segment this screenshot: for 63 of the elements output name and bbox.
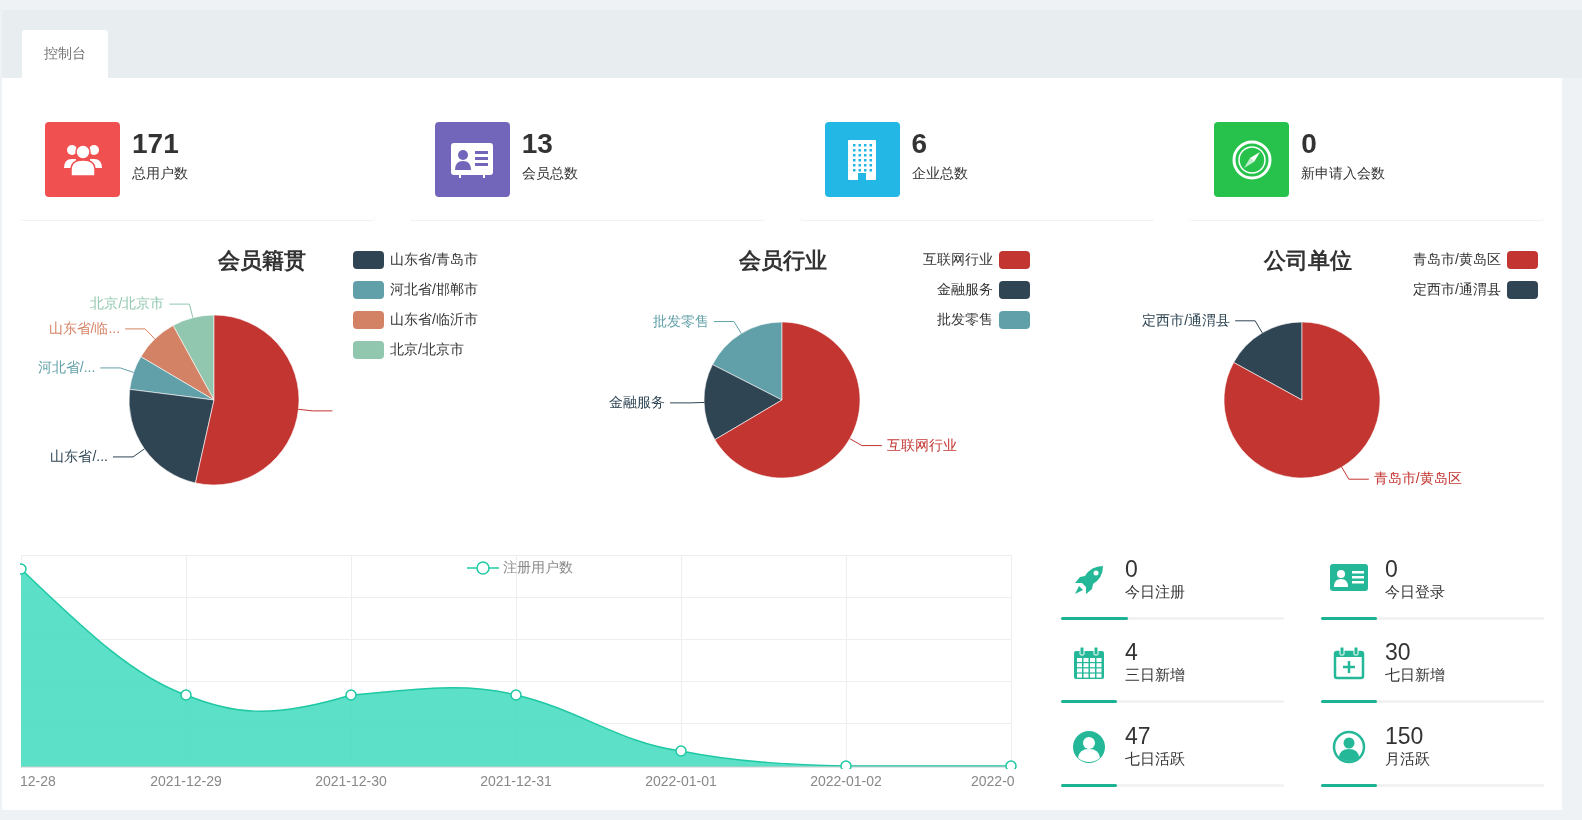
summary-label: 会员总数	[521, 165, 578, 183]
chart-title: 会员籍贯	[218, 247, 306, 275]
tab[interactable]: 控制台	[22, 30, 108, 78]
legend-label: 注册用户数	[503, 559, 573, 577]
stat-label: 三日新增	[1125, 666, 1185, 686]
slice-label: 定西市/通渭县	[1142, 311, 1231, 330]
user-icon	[1332, 729, 1366, 764]
stat-value: 150	[1385, 721, 1425, 750]
stat-value: 0	[1385, 555, 1399, 583]
calendar-icon	[1073, 646, 1105, 681]
stat-label: 七日活跃	[1125, 749, 1185, 769]
rocket-icon	[1072, 563, 1106, 597]
data-point	[20, 563, 27, 575]
summary-value: 0	[1301, 127, 1318, 161]
user-icon	[1072, 729, 1106, 764]
summary-value: 171	[132, 127, 180, 161]
summary-value: 6	[911, 127, 929, 161]
legend-label: 定西市/通渭县	[1413, 281, 1501, 299]
axis-label: 2021-12-30	[315, 773, 387, 789]
legend-label: 山东省/青岛市	[390, 251, 478, 269]
slice-label: 河北省/...	[37, 358, 96, 377]
axis-label: 2022-01-02	[810, 773, 882, 789]
summary-label: 企业总数	[911, 165, 968, 183]
axis-label: 2022-0	[971, 773, 1015, 789]
stat-label: 七日新增	[1385, 666, 1445, 686]
slice-label: 互联网行业	[886, 436, 957, 455]
slice-label: 金融服务	[609, 393, 666, 412]
data-point	[840, 760, 852, 769]
axis-label: 2021-12-31	[480, 773, 552, 789]
legend-label: 互联网行业	[923, 251, 993, 269]
legend-label: 青岛市/黄岛区	[1413, 251, 1501, 269]
legend-line-icon	[467, 561, 499, 575]
data-point	[675, 745, 687, 757]
stat-label: 今日登录	[1385, 583, 1445, 602]
stat-label: 今日注册	[1125, 583, 1185, 602]
chart-title: 会员行业	[739, 247, 827, 275]
stat-label: 月活跃	[1385, 749, 1430, 769]
calendar-plus-icon	[1333, 646, 1365, 681]
legend-label: 山东省/临沂市	[390, 311, 478, 329]
data-point	[1005, 760, 1017, 769]
summary-value: 13	[521, 127, 554, 161]
legend-label: 批发零售	[937, 311, 993, 329]
summary-label: 总用户数	[132, 165, 188, 183]
slice-label: 山东省/临...	[48, 319, 121, 338]
data-point	[510, 689, 522, 701]
stat-value: 30	[1385, 638, 1412, 667]
slice-label: 批发零售	[652, 312, 709, 331]
stat-value: 0	[1125, 555, 1139, 583]
stat-value: 47	[1125, 721, 1152, 750]
data-point	[180, 689, 192, 701]
chart-title: 公司单位	[1264, 247, 1352, 275]
data-point	[345, 689, 357, 701]
legend-label: 北京/北京市	[390, 341, 464, 359]
legend-label: 河北省/邯郸市	[390, 281, 478, 299]
slice-label: 青岛市/黄岛区	[1373, 470, 1462, 489]
axis-label: 12-28	[20, 773, 56, 789]
axis-label: 2021-12-29	[150, 773, 222, 789]
slice-label: 北京/北京市	[90, 295, 165, 314]
legend-label: 金融服务	[937, 281, 993, 299]
slice-label: 山东省/...	[50, 447, 108, 466]
summary-label: 新申请入会数	[1301, 165, 1386, 183]
axis-label: 2022-01-01	[645, 773, 717, 789]
stat-value: 4	[1125, 638, 1139, 667]
